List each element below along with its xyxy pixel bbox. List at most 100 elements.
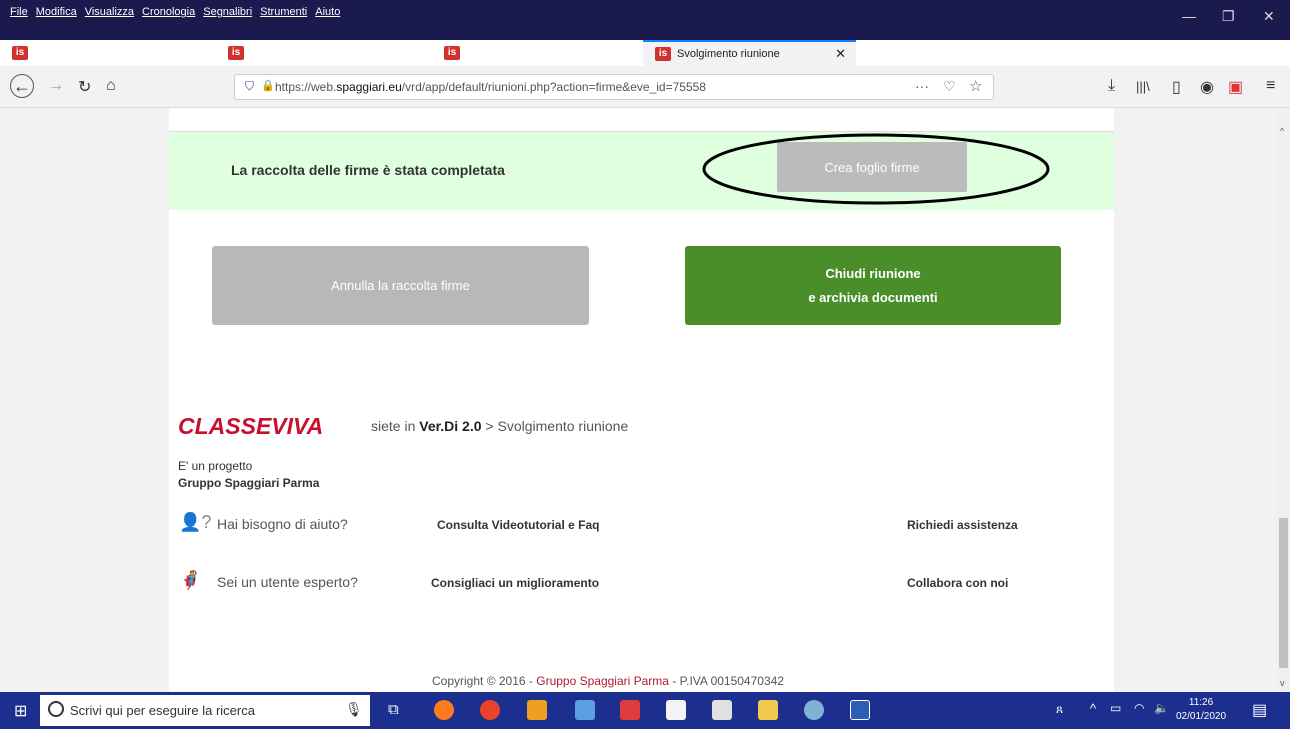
tab-scrutini[interactable]: is Scrutini online ✕ <box>216 40 431 66</box>
home-icon[interactable]: ⌂ <box>106 77 116 95</box>
chiudi-riunione-button[interactable]: Chiudi riunione e archivia documenti <box>685 246 1061 325</box>
tab-svolgimento-active[interactable]: is Svolgimento riunione ✕ <box>643 40 856 66</box>
copyright-prefix: Copyright © 2016 - <box>432 674 537 688</box>
copyright: Copyright © 2016 - Gruppo Spaggiari Parm… <box>432 674 784 688</box>
close-tab-icon[interactable]: ✕ <box>621 45 632 61</box>
url-bar[interactable]: ⛉ 🔒 https://web. spaggiari.eu/vrd/app/def… <box>234 74 994 100</box>
shield-icon[interactable]: ⛉ <box>245 79 254 94</box>
file-explorer-icon[interactable] <box>758 700 778 720</box>
breadcrumb: siete in Ver.Di 2.0 > Svolgimento riunio… <box>371 418 628 434</box>
wifi-icon[interactable]: ◠ <box>1134 701 1144 715</box>
classeviva-logo[interactable]: CLASSEVIVA <box>178 413 323 440</box>
menu-aiuto[interactable]: Aiuto <box>315 6 340 18</box>
close-window-icon[interactable]: ✕ <box>1263 8 1275 25</box>
annotation-ellipse <box>702 133 1050 205</box>
people-icon[interactable]: ጸ <box>1056 702 1063 717</box>
cortana-icon <box>48 701 64 717</box>
new-tab-icon[interactable]: + <box>862 42 873 63</box>
firefox-icon[interactable] <box>434 700 454 720</box>
help-row: 👤? Hai bisogno di aiuto? Consulta Videot… <box>169 512 1114 542</box>
url-domain: spaggiari.eu <box>336 80 402 94</box>
windows-taskbar: ⊞ Scrivi qui per eseguire la ricerca 🎙 ⧉… <box>0 692 1290 729</box>
paint-icon[interactable] <box>804 700 824 720</box>
videotutorial-link[interactable]: Consulta Videotutorial e Faq <box>437 518 599 532</box>
tab-label: Svolgimento riunione <box>677 48 780 60</box>
battery-icon[interactable]: ▭ <box>1110 701 1121 715</box>
close-tab-icon[interactable]: ✕ <box>194 45 205 61</box>
navigation-bar: ← → ↻ ⌂ ⛉ 🔒 https://web. spaggiari.eu/vrd… <box>0 66 1290 108</box>
hamburger-menu-icon[interactable]: ≡ <box>1266 77 1275 95</box>
expert-row: 🦸 Sei un utente esperto? Consigliaci un … <box>169 570 1114 600</box>
copyright-brand-link[interactable]: Gruppo Spaggiari Parma <box>536 674 669 688</box>
project-company: Gruppo Spaggiari Parma <box>178 476 320 490</box>
volume-icon[interactable]: 🔈 <box>1154 701 1169 715</box>
collabora-link[interactable]: Collabora con noi <box>907 576 1008 590</box>
library-icon[interactable]: |||\ <box>1136 79 1150 94</box>
menu-strumenti[interactable]: Strumenti <box>260 6 307 18</box>
minimize-icon[interactable]: — <box>1182 8 1196 24</box>
lock-icon: 🔒 <box>261 80 275 92</box>
clock-date: 02/01/2020 <box>1176 711 1227 722</box>
reload-icon[interactable]: ↻ <box>78 77 91 97</box>
account-icon[interactable]: ◉ <box>1200 77 1214 97</box>
url-prefix: https://web. <box>275 80 337 94</box>
menu-visualizza[interactable]: Visualizza <box>85 6 134 18</box>
is-logo-icon: is <box>228 46 244 60</box>
title-bar: File Modifica Visualizza Cronologia Segn… <box>0 0 1290 40</box>
breadcrumb-app: Ver.Di 2.0 <box>419 418 482 434</box>
restore-icon[interactable]: ❐ <box>1222 8 1235 25</box>
tab-svolgimento-1[interactable]: is Svolgimento riunione ✕ <box>432 40 642 66</box>
scroll-thumb[interactable] <box>1279 518 1288 668</box>
tray-chevron-icon[interactable]: ^ <box>1090 701 1096 716</box>
menu-cronologia[interactable]: Cronologia <box>142 6 195 18</box>
richiedi-assistenza-link[interactable]: Richiedi assistenza <box>907 518 1018 532</box>
tab-label: Scrutini online <box>250 47 320 59</box>
breadcrumb-page: > Svolgimento riunione <box>481 418 629 434</box>
is-logo-icon: is <box>655 47 671 61</box>
more-actions-icon[interactable]: ··· <box>915 78 929 94</box>
menu-segnalibri[interactable]: Segnalibri <box>203 6 252 18</box>
word-icon[interactable] <box>850 700 870 720</box>
pocket-save-icon[interactable]: ▣ <box>1228 77 1243 97</box>
notifications-icon[interactable]: ▤ <box>1252 700 1267 720</box>
tab-messaggi[interactable]: is Messaggi ✕ <box>0 40 215 66</box>
page-viewport: La raccolta delle firme è stata completa… <box>0 108 1277 692</box>
clock[interactable]: 11:26 02/01/2020 <box>1176 696 1226 724</box>
notice-banner: La raccolta delle firme è stata completa… <box>169 132 1114 210</box>
top-divider <box>169 108 1114 132</box>
download-icon[interactable]: ⤓ <box>1108 77 1115 95</box>
bookmark-star-icon[interactable]: ☆ <box>969 77 982 95</box>
expert-question: Sei un utente esperto? <box>217 574 358 590</box>
office-icon[interactable] <box>527 700 547 720</box>
task-view-icon[interactable]: ⧉ <box>388 701 399 718</box>
scroll-up-icon[interactable]: ^ <box>1280 126 1284 136</box>
superhero-icon: 🦸 <box>179 570 202 590</box>
page-scrollbar[interactable]: ^ v <box>1277 108 1290 692</box>
menu-modifica[interactable]: Modifica <box>36 6 77 18</box>
scroll-down-icon[interactable]: v <box>1280 678 1285 688</box>
editor-icon[interactable] <box>575 700 595 720</box>
menu-file[interactable]: File <box>10 6 28 18</box>
chiudi-line1: Chiudi riunione <box>825 265 921 281</box>
chrome-icon[interactable] <box>480 700 500 720</box>
taskbar-search[interactable]: Scrivi qui per eseguire la ricerca 🎙 <box>40 695 370 726</box>
pocket-icon[interactable]: ♡ <box>943 78 956 95</box>
close-tab-icon[interactable]: ✕ <box>835 46 846 62</box>
help-person-icon: 👤? <box>179 512 212 532</box>
close-tab-icon[interactable]: ✕ <box>410 45 421 61</box>
mail-icon[interactable] <box>712 700 732 720</box>
back-icon[interactable]: ← <box>10 74 34 98</box>
chiudi-line2: e archivia documenti <box>808 289 938 305</box>
acrobat-icon[interactable] <box>620 700 640 720</box>
microphone-icon[interactable]: 🎙 <box>345 701 363 718</box>
windows-start-icon[interactable]: ⊞ <box>14 701 27 721</box>
forward-icon[interactable]: → <box>48 77 64 95</box>
miglioramento-link[interactable]: Consigliaci un miglioramento <box>431 576 599 590</box>
annulla-raccolta-button[interactable]: Annulla la raccolta firme <box>212 246 589 325</box>
is-logo-icon: is <box>444 46 460 60</box>
project-info: E' un progetto Gruppo Spaggiari Parma <box>178 458 319 492</box>
search-placeholder: Scrivi qui per eseguire la ricerca <box>70 703 255 718</box>
store-icon[interactable] <box>666 700 686 720</box>
sidebar-icon[interactable]: ▯ <box>1172 77 1181 97</box>
help-question: Hai bisogno di aiuto? <box>217 516 348 532</box>
